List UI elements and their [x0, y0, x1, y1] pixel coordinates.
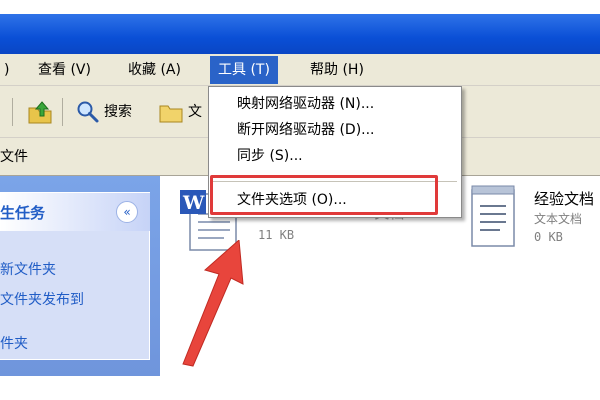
text-document-icon[interactable]	[466, 182, 520, 254]
file-name[interactable]: 经验文档	[534, 190, 594, 208]
search-icon	[76, 100, 100, 128]
address-text: 文件	[0, 149, 28, 165]
task-header[interactable]: 生任务 «	[0, 193, 150, 231]
search-button[interactable]: 搜索	[104, 102, 132, 122]
folders-button[interactable]: 文	[188, 102, 202, 122]
task-title: 生任务	[0, 204, 46, 222]
svg-text:W: W	[182, 192, 205, 214]
task-box: 生任务 « 新文件夹 文件夹发布到 件夹	[0, 192, 150, 360]
menu-bar: ) 查看 (V) 收藏 (A) 工具 (T) 帮助 (H)	[0, 54, 600, 86]
up-folder-icon[interactable]	[26, 98, 54, 130]
menu-item-synchronize[interactable]: 同步 (S)...	[237, 147, 303, 165]
menu-help[interactable]: 帮助 (H)	[306, 60, 368, 80]
menu-favorites[interactable]: 收藏 (A)	[124, 60, 185, 80]
menu-item-map-network-drive[interactable]: 映射网络驱动器 (N)...	[237, 95, 374, 113]
menu-item-disconnect-network-drive[interactable]: 断开网络驱动器 (D)...	[237, 121, 375, 139]
menu-tools[interactable]: 工具 (T)	[210, 56, 278, 84]
annotation-arrow-icon	[175, 238, 255, 374]
menu-file[interactable]: )	[0, 60, 13, 80]
file-type: 文本文档	[534, 212, 583, 226]
task-link[interactable]: 件夹	[0, 335, 28, 353]
menu-view[interactable]: 查看 (V)	[34, 60, 95, 80]
annotation-highlight-box	[210, 175, 438, 215]
bottom-margin	[0, 376, 600, 400]
toolbar-separator	[62, 98, 63, 126]
task-link[interactable]: 文件夹发布到	[0, 291, 84, 309]
task-pane: 生任务 « 新文件夹 文件夹发布到 件夹	[0, 176, 160, 376]
toolbar-separator	[12, 98, 13, 126]
title-bar	[0, 14, 600, 54]
collapse-button[interactable]: «	[116, 201, 138, 223]
folder-icon	[158, 100, 184, 128]
file-size: 0 KB	[534, 230, 563, 244]
file-size: 11 KB	[258, 228, 295, 242]
task-link[interactable]: 新文件夹	[0, 261, 56, 279]
